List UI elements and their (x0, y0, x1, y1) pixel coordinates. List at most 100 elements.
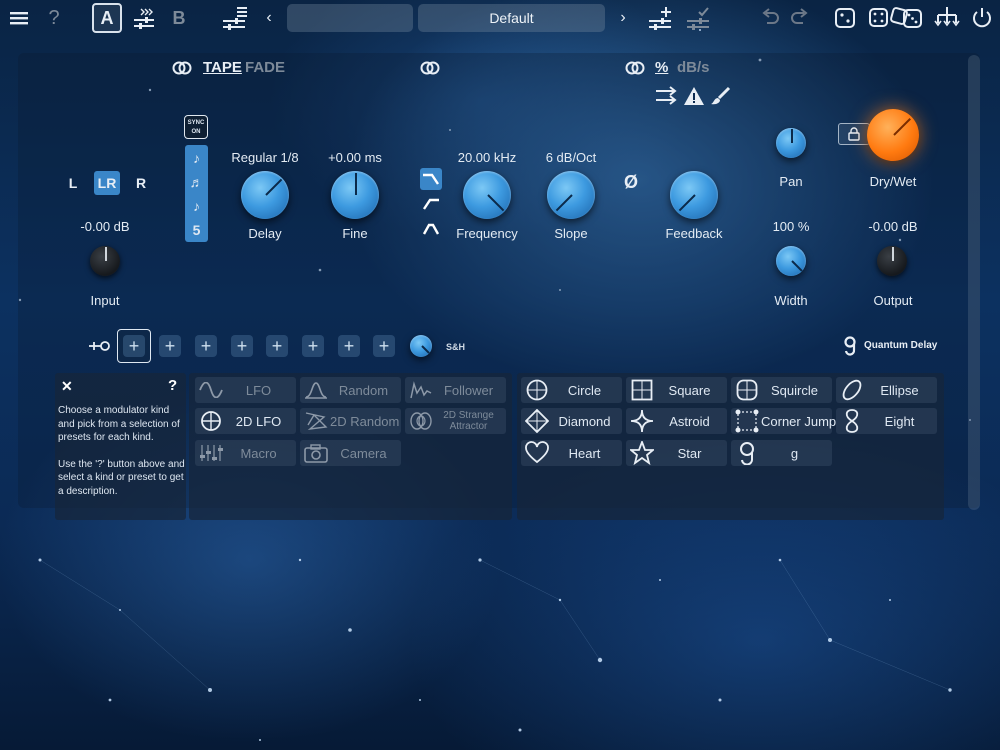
dbs-unit-button[interactable]: dB/s (677, 59, 710, 76)
menu-button[interactable] (6, 4, 32, 32)
preset-heart[interactable]: Heart (521, 440, 622, 466)
output-knob[interactable] (877, 246, 907, 276)
kind-random-label: Random (338, 382, 389, 398)
link-filter-icon[interactable] (420, 60, 440, 76)
frequency-knob[interactable] (463, 171, 511, 219)
slope-knob[interactable] (547, 171, 595, 219)
help-button[interactable]: ? (42, 4, 66, 32)
prev-preset-button[interactable]: ‹ (262, 4, 276, 32)
drywet-knob[interactable] (867, 109, 919, 161)
note-triplet-button[interactable]: ♬ (185, 170, 208, 194)
preset-eight[interactable]: Eight (836, 408, 937, 434)
kind-2d-lfo[interactable]: 2D LFO (195, 408, 296, 434)
preset-g[interactable]: g (731, 440, 832, 466)
slope-value: 6 dB/Oct (545, 150, 597, 165)
preset-star[interactable]: Star (626, 440, 727, 466)
circle-icon (524, 378, 550, 402)
fade-mode-button[interactable]: FADE (245, 59, 285, 76)
plus-icon: + (271, 335, 283, 356)
note-regular-button[interactable]: ♪ (185, 146, 208, 170)
preset-diamond-label: Diamond (558, 413, 611, 429)
ab-copy-button[interactable] (130, 4, 158, 32)
hamburger-icon (10, 12, 28, 25)
fine-label: Fine (342, 226, 368, 241)
kind-camera[interactable]: Camera (300, 440, 401, 466)
mod-slot-6[interactable]: + (302, 335, 324, 357)
direction-icon[interactable] (655, 86, 679, 106)
preset-name-display[interactable]: Default (418, 4, 605, 32)
channel-lr-button[interactable]: LR (94, 171, 120, 195)
warning-icon[interactable] (683, 86, 705, 106)
redo-button[interactable] (788, 4, 812, 32)
sh-knob[interactable] (410, 335, 432, 357)
close-button[interactable]: ✕ (61, 378, 73, 395)
kind-random[interactable]: Random (300, 377, 401, 403)
plus-icon: + (164, 335, 176, 356)
mod-slot-4[interactable]: + (231, 335, 253, 357)
routing-button[interactable] (932, 4, 962, 32)
scrollbar[interactable] (968, 55, 980, 510)
pan-knob[interactable] (776, 128, 806, 158)
mod-slot-7[interactable]: + (338, 335, 360, 357)
mod-slot-2[interactable]: + (159, 335, 181, 357)
preset-diamond[interactable]: Diamond (521, 408, 622, 434)
feedback-knob[interactable] (670, 171, 718, 219)
mod-slot-1[interactable]: + (117, 329, 151, 363)
heart-icon (524, 441, 550, 465)
bypass-button[interactable] (969, 4, 995, 32)
preset-ellipse[interactable]: Ellipse (836, 377, 937, 403)
brush-icon[interactable] (710, 86, 732, 106)
macro-icon (198, 441, 224, 465)
save-preset-button[interactable] (646, 4, 676, 32)
plus-icon: + (307, 335, 319, 356)
kind-lfo[interactable]: LFO (195, 377, 296, 403)
preset-slot-empty[interactable] (287, 4, 413, 32)
lock-button[interactable] (838, 123, 870, 145)
randomize-button[interactable] (832, 4, 858, 32)
channel-l-button[interactable]: L (62, 172, 84, 194)
note-dotted-button[interactable]: ♪ (185, 194, 208, 218)
kind-2d-strange-attractor[interactable]: 2D Strange Attractor (405, 408, 506, 434)
kind-macro[interactable]: Macro (195, 440, 296, 466)
feedback-label: Feedback (665, 226, 723, 241)
mod-slot-3[interactable]: + (195, 335, 217, 357)
phase-invert-button[interactable]: Ø (624, 172, 638, 193)
lowpass-button[interactable] (420, 168, 442, 190)
next-preset-button[interactable]: › (616, 4, 630, 32)
preset-circle[interactable]: Circle (521, 377, 622, 403)
mod-slot-8[interactable]: + (373, 335, 395, 357)
link-feedback-icon[interactable] (625, 60, 645, 76)
ab-a-button[interactable]: A (92, 3, 122, 33)
input-knob[interactable] (90, 246, 120, 276)
preset-square[interactable]: Square (626, 377, 727, 403)
ab-b-button[interactable]: B (168, 4, 190, 32)
random-icon (303, 378, 329, 402)
undo-button[interactable] (758, 4, 782, 32)
delay-knob[interactable] (241, 171, 289, 219)
percent-unit-button[interactable]: % (655, 59, 668, 76)
fine-knob[interactable] (331, 171, 379, 219)
preset-astroid[interactable]: Astroid (626, 408, 727, 434)
highpass-button[interactable] (420, 193, 442, 215)
mod-target-icon[interactable] (88, 338, 112, 354)
note-quintuplet-button[interactable]: 5 (185, 218, 208, 242)
confirm-preset-button[interactable] (684, 4, 714, 32)
slope-label: Slope (554, 226, 588, 241)
mod-slot-5[interactable]: + (266, 335, 288, 357)
drywet-label: Dry/Wet (869, 174, 917, 189)
plus-icon: + (236, 335, 248, 356)
preset-squircle[interactable]: Squircle (731, 377, 832, 403)
info-text: Choose a modulator kind and pick from a … (58, 404, 186, 498)
preset-list-button[interactable] (220, 4, 250, 32)
kind-follower[interactable]: Follower (405, 377, 506, 403)
info-help-button[interactable]: ? (168, 377, 177, 394)
kind-2d-random[interactable]: 2D Random (300, 408, 401, 434)
sync-button[interactable]: SYNC ON (184, 115, 208, 139)
preset-corner-jump[interactable]: Corner Jump (731, 408, 836, 434)
width-knob[interactable] (776, 246, 806, 276)
link-icon[interactable] (172, 60, 192, 76)
fine-value: +0.00 ms (328, 150, 382, 165)
tape-mode-button[interactable]: TAPE (203, 59, 242, 76)
channel-r-button[interactable]: R (130, 172, 152, 194)
randomize-all-button[interactable] (867, 4, 925, 32)
